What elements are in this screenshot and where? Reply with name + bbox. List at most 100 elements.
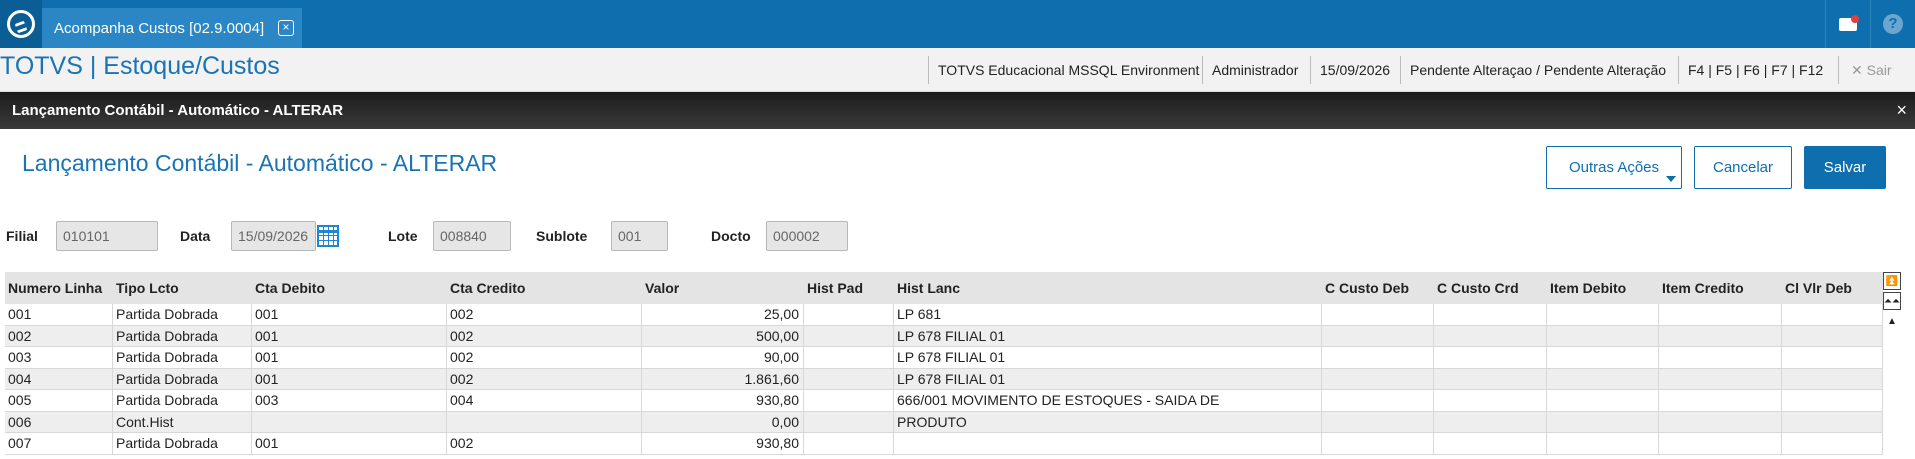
table-cell[interactable]: Partida Dobrada xyxy=(113,433,252,454)
table-cell[interactable]: 1.861,60 xyxy=(642,368,804,389)
table-cell[interactable] xyxy=(804,325,894,346)
table-cell[interactable] xyxy=(804,411,894,432)
table-cell[interactable] xyxy=(1547,433,1659,454)
table-cell[interactable] xyxy=(1782,347,1883,368)
window-close-icon[interactable]: × xyxy=(1896,100,1907,121)
column-header[interactable]: Cta Debito xyxy=(252,272,447,304)
table-cell[interactable]: 001 xyxy=(252,368,447,389)
table-cell[interactable]: Partida Dobrada xyxy=(113,325,252,346)
table-row[interactable]: 003 Partida Dobrada 001 002 90,00 LP 678 FILI… xyxy=(5,347,1883,369)
table-cell[interactable]: 002 xyxy=(447,368,642,389)
mail-icon[interactable] xyxy=(1825,0,1870,48)
table-cell[interactable] xyxy=(1659,368,1782,389)
column-header[interactable]: Numero Linha xyxy=(5,272,113,304)
table-cell[interactable]: LP 678 FILIAL 01 xyxy=(894,368,1322,389)
table-cell[interactable] xyxy=(804,368,894,389)
table-cell[interactable] xyxy=(1322,433,1434,454)
table-cell[interactable] xyxy=(1434,390,1547,411)
table-cell[interactable]: PRODUTO xyxy=(894,411,1322,432)
table-cell[interactable] xyxy=(1659,347,1782,368)
date-info[interactable]: 15/09/2026 xyxy=(1310,56,1399,84)
table-cell[interactable]: 500,00 xyxy=(642,325,804,346)
table-cell[interactable]: 930,80 xyxy=(642,390,804,411)
save-button[interactable]: Salvar xyxy=(1804,146,1886,189)
table-cell[interactable]: LP 681 xyxy=(894,304,1322,325)
table-cell[interactable] xyxy=(1782,390,1883,411)
table-row[interactable]: 001 Partida Dobrada 001 002 25,00 LP 681 xyxy=(5,304,1883,326)
table-row[interactable]: 004 Partida Dobrada 001 002 1.861,60 LP 678 F… xyxy=(5,368,1883,390)
filial-field[interactable]: 010101 xyxy=(56,221,158,251)
table-cell[interactable] xyxy=(1782,325,1883,346)
date-field[interactable]: 15/09/2026 xyxy=(231,221,316,251)
table-cell[interactable]: 002 xyxy=(447,433,642,454)
table-cell[interactable] xyxy=(1547,325,1659,346)
table-cell[interactable]: 005 xyxy=(5,390,113,411)
table-row[interactable]: 006 Cont.Hist 0,00 PRODUTO xyxy=(5,411,1883,433)
table-row[interactable]: 005 Partida Dobrada 003 004 930,80 666/001 MO… xyxy=(5,390,1883,412)
table-cell[interactable]: 930,80 xyxy=(642,433,804,454)
table-cell[interactable]: 003 xyxy=(5,347,113,368)
sublote-field[interactable]: 001 xyxy=(611,221,668,251)
table-cell[interactable] xyxy=(1547,390,1659,411)
table-row[interactable]: 002 Partida Dobrada 001 002 500,00 LP 678 FIL… xyxy=(5,325,1883,347)
column-header[interactable]: C Custo Deb xyxy=(1322,272,1434,304)
table-cell[interactable]: Partida Dobrada xyxy=(113,390,252,411)
table-cell[interactable] xyxy=(1547,347,1659,368)
table-cell[interactable] xyxy=(1434,325,1547,346)
table-cell[interactable] xyxy=(804,304,894,325)
table-cell[interactable] xyxy=(1782,304,1883,325)
table-cell[interactable]: 004 xyxy=(447,390,642,411)
table-cell[interactable]: 003 xyxy=(252,390,447,411)
table-cell[interactable] xyxy=(1322,325,1434,346)
table-cell[interactable]: 006 xyxy=(5,411,113,432)
table-cell[interactable] xyxy=(1322,347,1434,368)
table-cell[interactable] xyxy=(1434,411,1547,432)
table-cell[interactable]: 001 xyxy=(252,304,447,325)
table-cell[interactable] xyxy=(1434,368,1547,389)
table-cell[interactable]: Partida Dobrada xyxy=(113,368,252,389)
table-cell[interactable] xyxy=(1322,390,1434,411)
column-header[interactable]: Item Credito xyxy=(1659,272,1782,304)
table-cell[interactable]: 002 xyxy=(447,304,642,325)
column-header[interactable]: Valor xyxy=(642,272,804,304)
tab-acompanha-custos[interactable]: Acompanha Custos [02.9.0004] × xyxy=(42,8,302,48)
totvs-logo-icon[interactable] xyxy=(0,0,42,48)
table-cell[interactable]: 002 xyxy=(447,347,642,368)
exit-button[interactable]: ✕ Sair xyxy=(1838,56,1892,84)
table-cell[interactable] xyxy=(1659,390,1782,411)
table-cell[interactable] xyxy=(1547,368,1659,389)
table-cell[interactable] xyxy=(894,433,1322,454)
table-cell[interactable] xyxy=(1782,411,1883,432)
table-cell[interactable] xyxy=(1322,411,1434,432)
user-info[interactable]: Administrador xyxy=(1202,56,1307,84)
column-header[interactable]: Hist Lanc xyxy=(894,272,1322,304)
calendar-icon[interactable] xyxy=(317,225,339,247)
table-cell[interactable] xyxy=(1434,304,1547,325)
help-icon[interactable]: ? xyxy=(1870,0,1915,48)
table-cell[interactable] xyxy=(1659,411,1782,432)
table-cell[interactable] xyxy=(804,390,894,411)
table-cell[interactable] xyxy=(1547,304,1659,325)
table-cell[interactable]: 001 xyxy=(252,325,447,346)
table-cell[interactable] xyxy=(252,411,447,432)
table-cell[interactable] xyxy=(1322,368,1434,389)
lote-field[interactable]: 008840 xyxy=(433,221,511,251)
other-actions-button[interactable]: Outras Ações xyxy=(1546,146,1682,189)
table-cell[interactable]: 004 xyxy=(5,368,113,389)
table-cell[interactable]: 002 xyxy=(447,325,642,346)
table-cell[interactable]: 002 xyxy=(5,325,113,346)
table-cell[interactable] xyxy=(1322,304,1434,325)
column-header[interactable]: Item Debito xyxy=(1547,272,1659,304)
table-cell[interactable] xyxy=(1434,347,1547,368)
cancel-button[interactable]: Cancelar xyxy=(1694,146,1792,189)
column-header[interactable]: Cl Vlr Deb xyxy=(1782,272,1883,304)
column-header[interactable]: Tipo Lcto xyxy=(113,272,252,304)
table-cell[interactable] xyxy=(1659,433,1782,454)
environment-info[interactable]: TOTVS Educacional MSSQL Environment xyxy=(928,56,1208,84)
column-header[interactable]: Hist Pad xyxy=(804,272,894,304)
table-cell[interactable]: 001 xyxy=(252,347,447,368)
scroll-up-icon[interactable]: ▲ xyxy=(1883,312,1901,330)
table-cell[interactable]: LP 678 FILIAL 01 xyxy=(894,347,1322,368)
table-cell[interactable]: 001 xyxy=(252,433,447,454)
table-cell[interactable]: 25,00 xyxy=(642,304,804,325)
